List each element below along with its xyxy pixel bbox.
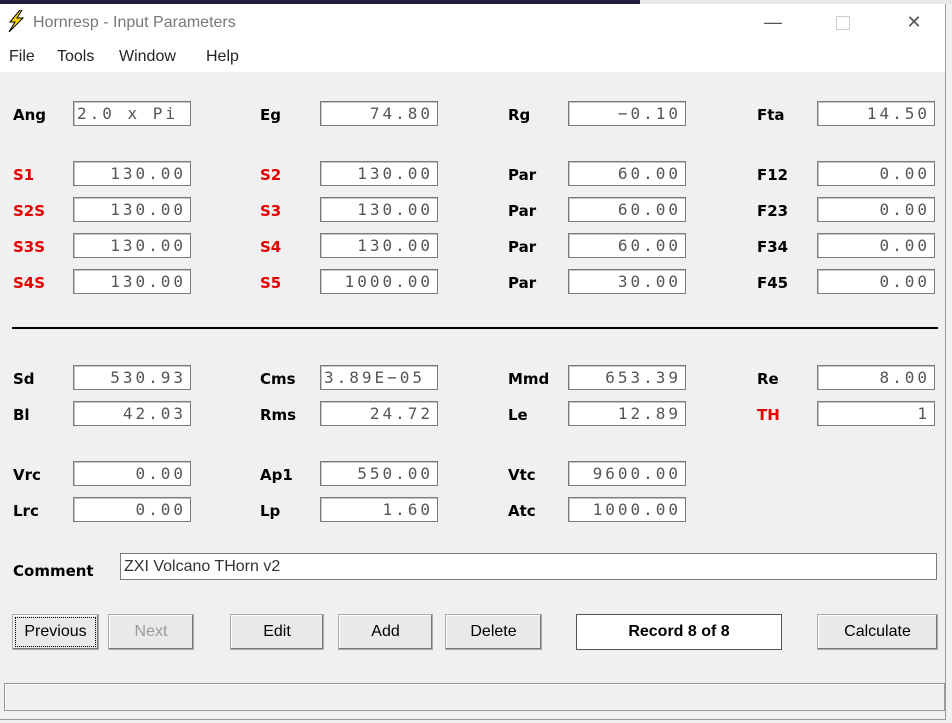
calculate-button[interactable]: Calculate xyxy=(817,614,938,650)
field-rms[interactable]: 24.72 xyxy=(320,401,438,426)
label-lrc: Lrc xyxy=(13,502,39,520)
label-s1: S1 xyxy=(13,166,35,184)
menu-tools[interactable]: Tools xyxy=(57,48,94,66)
label-s2: S2 xyxy=(260,166,282,184)
next-button[interactable]: Next xyxy=(108,614,194,650)
label-atc: Atc xyxy=(508,502,536,520)
field-s3s[interactable]: 130.00 xyxy=(73,233,191,258)
label-vtc: Vtc xyxy=(508,466,536,484)
label-s4s: S4S xyxy=(13,274,46,292)
section-separator xyxy=(12,327,938,329)
label-s4: S4 xyxy=(260,238,282,256)
field-s4s[interactable]: 130.00 xyxy=(73,269,191,294)
add-button[interactable]: Add xyxy=(338,614,433,650)
field-s2s[interactable]: 130.00 xyxy=(73,197,191,222)
label-th: TH xyxy=(757,406,780,424)
field-re[interactable]: 8.00 xyxy=(817,365,935,390)
field-s4[interactable]: 130.00 xyxy=(320,233,438,258)
window-title: Hornresp - Input Parameters xyxy=(33,14,236,31)
label-rg: Rg xyxy=(508,106,531,124)
label-eg: Eg xyxy=(260,106,281,124)
menu-bar: File Tools Window Help xyxy=(0,40,945,72)
label-s5: S5 xyxy=(260,274,282,292)
comment-field[interactable]: ZXI Volcano THorn v2 xyxy=(120,553,937,580)
field-bl[interactable]: 42.03 xyxy=(73,401,191,426)
field-lrc[interactable]: 0.00 xyxy=(73,497,191,522)
field-f45[interactable]: 0.00 xyxy=(817,269,935,294)
label-par-1: Par xyxy=(508,166,537,184)
label-ap1: Ap1 xyxy=(260,466,293,484)
maximize-icon xyxy=(836,16,850,31)
previous-button[interactable]: Previous xyxy=(12,614,99,650)
field-ap1[interactable]: 550.00 xyxy=(320,461,438,486)
label-le: Le xyxy=(508,406,528,424)
field-f12[interactable]: 0.00 xyxy=(817,161,935,186)
label-re: Re xyxy=(757,370,779,388)
field-rg[interactable]: −0.10 xyxy=(568,101,686,126)
field-par-1[interactable]: 60.00 xyxy=(568,161,686,186)
field-mmd[interactable]: 653.39 xyxy=(568,365,686,390)
record-indicator: Record 8 of 8 xyxy=(576,614,782,650)
field-le[interactable]: 12.89 xyxy=(568,401,686,426)
label-cms: Cms xyxy=(260,370,296,388)
field-f23[interactable]: 0.00 xyxy=(817,197,935,222)
label-sd: Sd xyxy=(13,370,35,388)
label-s3s: S3S xyxy=(13,238,46,256)
label-lp: Lp xyxy=(260,502,281,520)
edit-button[interactable]: Edit xyxy=(230,614,324,650)
label-mmd: Mmd xyxy=(508,370,550,388)
field-s5[interactable]: 1000.00 xyxy=(320,269,438,294)
field-vrc[interactable]: 0.00 xyxy=(73,461,191,486)
delete-button[interactable]: Delete xyxy=(445,614,542,650)
field-sd[interactable]: 530.93 xyxy=(73,365,191,390)
menu-window[interactable]: Window xyxy=(119,48,176,66)
label-f45: F45 xyxy=(757,274,789,292)
field-s2[interactable]: 130.00 xyxy=(320,161,438,186)
title-bar[interactable]: Hornresp - Input Parameters — ✕ xyxy=(0,4,945,40)
field-par-2[interactable]: 60.00 xyxy=(568,197,686,222)
label-comment: Comment xyxy=(13,562,94,580)
field-th[interactable]: 1 xyxy=(817,401,935,426)
field-fta[interactable]: 14.50 xyxy=(817,101,935,126)
field-eg[interactable]: 74.80 xyxy=(320,101,438,126)
label-f34: F34 xyxy=(757,238,789,256)
status-bar xyxy=(4,683,945,711)
label-s2s: S2S xyxy=(13,202,46,220)
field-s1[interactable]: 130.00 xyxy=(73,161,191,186)
field-lp[interactable]: 1.60 xyxy=(320,497,438,522)
label-ang: Ang xyxy=(13,106,47,124)
label-par-2: Par xyxy=(508,202,537,220)
label-par-4: Par xyxy=(508,274,537,292)
label-s3: S3 xyxy=(260,202,282,220)
field-ang[interactable]: 2.0 x Pi xyxy=(73,101,191,126)
field-f34[interactable]: 0.00 xyxy=(817,233,935,258)
label-fta: Fta xyxy=(757,106,785,124)
minimize-button[interactable]: — xyxy=(750,4,796,40)
label-rms: Rms xyxy=(260,406,297,424)
field-atc[interactable]: 1000.00 xyxy=(568,497,686,522)
lightning-bolt-icon xyxy=(8,10,25,32)
label-vrc: Vrc xyxy=(13,466,41,484)
label-f12: F12 xyxy=(757,166,789,184)
menu-file[interactable]: File xyxy=(9,48,35,66)
label-par-3: Par xyxy=(508,238,537,256)
field-vtc[interactable]: 9600.00 xyxy=(568,461,686,486)
maximize-button[interactable] xyxy=(820,4,866,40)
field-s3[interactable]: 130.00 xyxy=(320,197,438,222)
field-par-4[interactable]: 30.00 xyxy=(568,269,686,294)
label-bl: Bl xyxy=(13,406,30,424)
label-f23: F23 xyxy=(757,202,789,220)
field-par-3[interactable]: 60.00 xyxy=(568,233,686,258)
menu-help[interactable]: Help xyxy=(206,48,239,66)
field-cms[interactable]: 3.89E−05 xyxy=(320,365,438,390)
close-button[interactable]: ✕ xyxy=(891,4,937,40)
